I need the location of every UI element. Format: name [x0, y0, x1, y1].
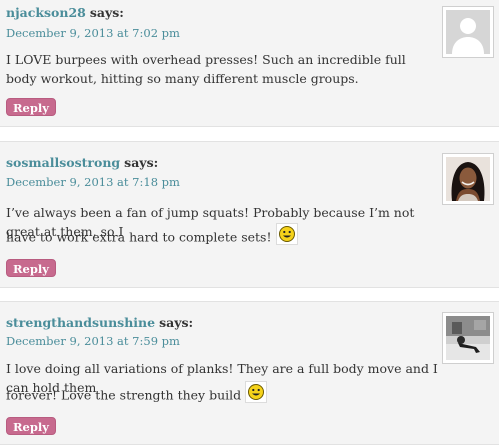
reply-button[interactable]: Reply — [6, 259, 56, 277]
smiley-emoji — [275, 223, 298, 245]
comment-text: I LOVE burpees with overhead presses! Su… — [6, 52, 406, 86]
comment-text-line-2-text: have to work extra hard to complete sets… — [6, 229, 272, 245]
says-label: says: — [89, 5, 124, 20]
avatar — [442, 312, 494, 364]
comment-text-line-2: have to work extra hard to complete sets… — [6, 223, 438, 249]
smiley-icon — [278, 226, 295, 242]
comment-author-link[interactable]: strengthandsunshine — [6, 315, 155, 330]
comment-text-line-2-text: forever! Love the strength they build — [6, 387, 242, 403]
says-label: says: — [159, 315, 194, 330]
comment-meta: strengthandsunshine says: — [6, 315, 193, 330]
comment-item: strengthandsunshine says: December 9, 20… — [0, 301, 499, 445]
smiley-icon — [248, 384, 265, 400]
comment-item: njackson28 says: December 9, 2013 at 7:0… — [0, 0, 499, 127]
comment-author-link[interactable]: sosmallsostrong — [6, 155, 120, 170]
reply-button[interactable]: Reply — [6, 98, 56, 116]
default-avatar-icon — [446, 10, 490, 54]
comment-text-line-2: forever! Love the strength they build — [6, 381, 438, 407]
reply-button[interactable]: Reply — [6, 417, 56, 435]
comment-date-link[interactable]: December 9, 2013 at 7:18 pm — [6, 175, 180, 189]
user-photo-avatar — [446, 316, 490, 360]
says-label: says: — [124, 155, 159, 170]
user-photo-avatar — [446, 157, 490, 201]
avatar — [442, 6, 494, 58]
comment-author-link[interactable]: njackson28 — [6, 5, 86, 20]
smiley-emoji — [245, 381, 268, 403]
comment-meta: sosmallsostrong says: — [6, 155, 158, 170]
comment-date-link[interactable]: December 9, 2013 at 7:59 pm — [6, 334, 180, 348]
comment-date-link[interactable]: December 9, 2013 at 7:02 pm — [6, 26, 180, 40]
comment-item: sosmallsostrong says: December 9, 2013 a… — [0, 141, 499, 288]
comment-meta: njackson28 says: — [6, 5, 124, 20]
avatar — [442, 153, 494, 205]
